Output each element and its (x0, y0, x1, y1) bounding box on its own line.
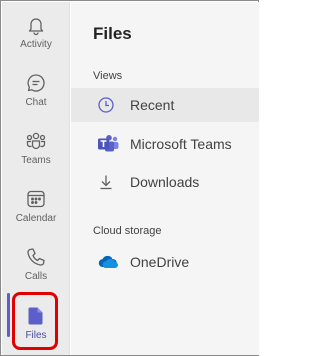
nav-item-label: OneDrive (130, 254, 190, 270)
nav-item-downloads[interactable]: Downloads (71, 165, 259, 199)
clock-icon (97, 95, 121, 115)
rail-item-label: Calls (24, 271, 48, 282)
files-pane: Files Views Recent Microsoft Teams Downl… (71, 2, 259, 355)
nav-item-onedrive[interactable]: OneDrive (71, 245, 259, 279)
bell-icon (25, 14, 47, 36)
calendar-icon (25, 188, 47, 210)
teams-logo-icon (97, 134, 121, 154)
file-icon (25, 305, 47, 327)
rail-item-calls[interactable]: Calls (2, 238, 70, 290)
onedrive-icon (97, 252, 121, 272)
rail-item-label: Teams (21, 155, 51, 166)
nav-item-label: Recent (130, 97, 175, 113)
cloud-storage-section-label: Cloud storage (93, 225, 162, 237)
download-icon (97, 172, 121, 192)
rail-item-chat[interactable]: Chat (2, 64, 70, 116)
nav-item-microsoft-teams[interactable]: Microsoft Teams (71, 127, 259, 161)
rail-item-label: Calendar (15, 213, 57, 224)
app-window: Activity Chat Teams Calendar Calls Files… (0, 0, 259, 356)
rail-item-label: Files (25, 330, 47, 341)
rail-item-teams[interactable]: Teams (2, 122, 70, 174)
nav-item-label: Microsoft Teams (130, 136, 232, 152)
teams-icon (25, 130, 47, 152)
rail-item-label: Activity (20, 39, 52, 50)
views-section-label: Views (93, 70, 123, 82)
nav-item-recent[interactable]: Recent (71, 88, 259, 122)
phone-icon (25, 246, 47, 268)
page-title: Files (93, 24, 132, 43)
rail-item-label: Chat (25, 97, 47, 108)
chat-icon (25, 72, 47, 94)
app-bar: Activity Chat Teams Calendar Calls Files (2, 2, 70, 355)
rail-item-files[interactable]: Files (2, 297, 70, 349)
rail-item-activity[interactable]: Activity (2, 6, 70, 58)
rail-item-calendar[interactable]: Calendar (2, 180, 70, 232)
nav-item-label: Downloads (130, 174, 200, 190)
